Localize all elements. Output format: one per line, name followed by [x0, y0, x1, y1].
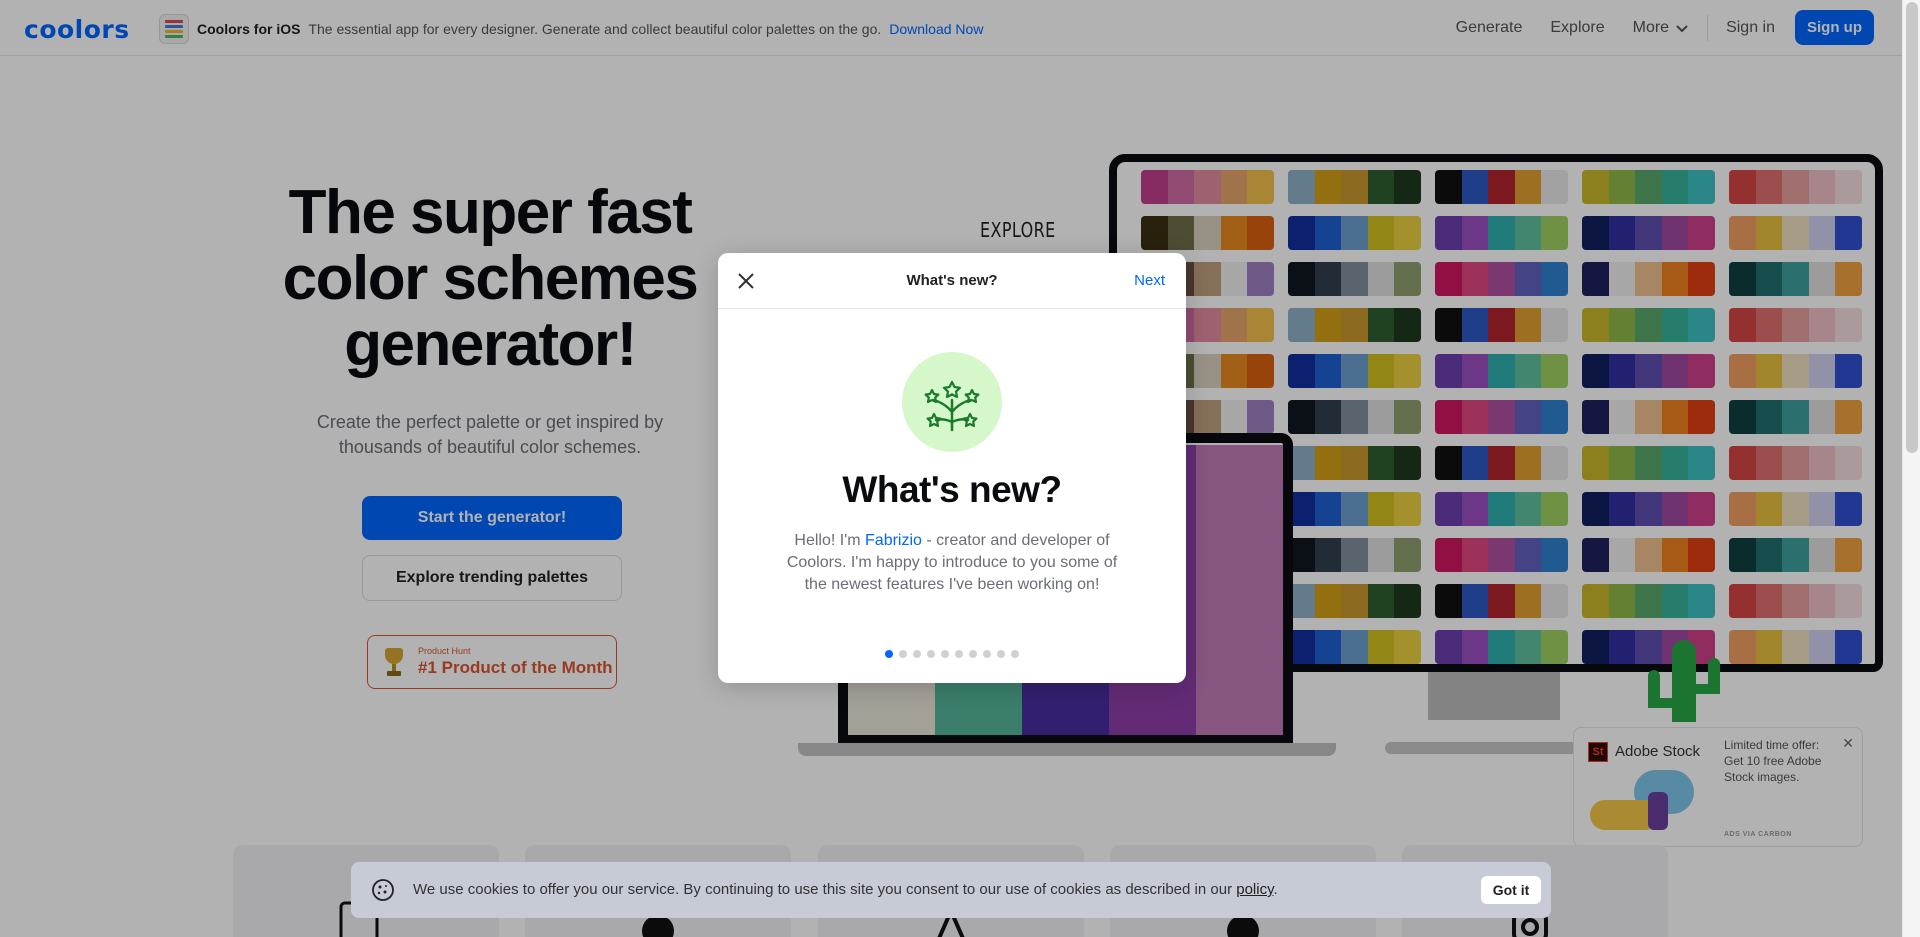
modal-title: What's new?: [906, 272, 998, 289]
pagination-dot[interactable]: [941, 650, 949, 658]
cookie-policy-link[interactable]: policy: [1236, 881, 1273, 898]
modal-heading: What's new?: [842, 469, 1062, 510]
pagination-dot[interactable]: [969, 650, 977, 658]
pagination-dots: [718, 650, 1186, 658]
pagination-dot[interactable]: [1011, 650, 1019, 658]
next-button[interactable]: Next: [1134, 272, 1165, 289]
cookie-message: We use cookies to offer you our service.…: [413, 881, 1237, 898]
pagination-dot[interactable]: [899, 650, 907, 658]
pagination-dot[interactable]: [955, 650, 963, 658]
scrollbar-thumb[interactable]: [1906, 2, 1918, 453]
fabrizio-link[interactable]: Fabrizio: [865, 532, 922, 549]
pagination-dot[interactable]: [885, 650, 893, 658]
cookie-text: We use cookies to offer you our service.…: [413, 881, 1278, 898]
cookie-period: .: [1273, 881, 1278, 898]
pagination-dot[interactable]: [913, 650, 921, 658]
whats-new-modal: What's new? Next What's new? Hello! I'm …: [718, 253, 1186, 683]
cookie-icon: [372, 879, 394, 901]
pagination-dot[interactable]: [927, 650, 935, 658]
cookie-got-it-button[interactable]: Got it: [1481, 876, 1541, 904]
modal-body: Hello! I'm Fabrizio - creator and develo…: [774, 530, 1130, 596]
modal-header: What's new? Next: [718, 253, 1186, 309]
page-scrollbar[interactable]: [1902, 0, 1920, 937]
modal-body-intro: Hello! I'm: [794, 532, 866, 549]
fireworks-icon: [902, 352, 1002, 452]
cookie-banner: We use cookies to offer you our service.…: [351, 862, 1551, 918]
pagination-dot[interactable]: [997, 650, 1005, 658]
pagination-dot[interactable]: [983, 650, 991, 658]
